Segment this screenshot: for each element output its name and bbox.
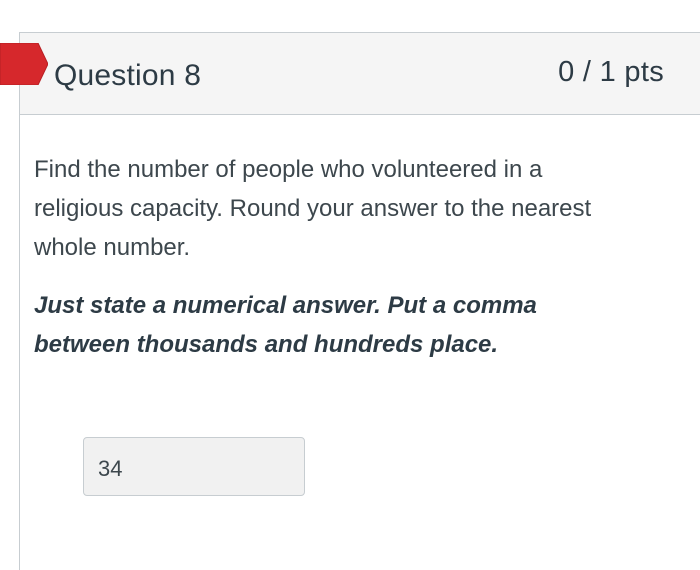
answer-instructions: Just state a numerical answer. Put a com…: [34, 292, 537, 358]
question-header: Question 8 0 / 1 pts: [20, 33, 700, 115]
question-title: Question 8: [54, 59, 202, 92]
question-body: Find the number of people who volunteere…: [34, 150, 634, 364]
question-points: 0 / 1 pts: [558, 56, 664, 88]
question-prompt: Find the number of people who volunteere…: [34, 156, 592, 261]
incorrect-answer-flag-icon: [0, 43, 48, 85]
quiz-page: Question 8 0 / 1 pts Find the number of …: [0, 0, 700, 570]
answer-field[interactable]: 34: [83, 437, 305, 496]
